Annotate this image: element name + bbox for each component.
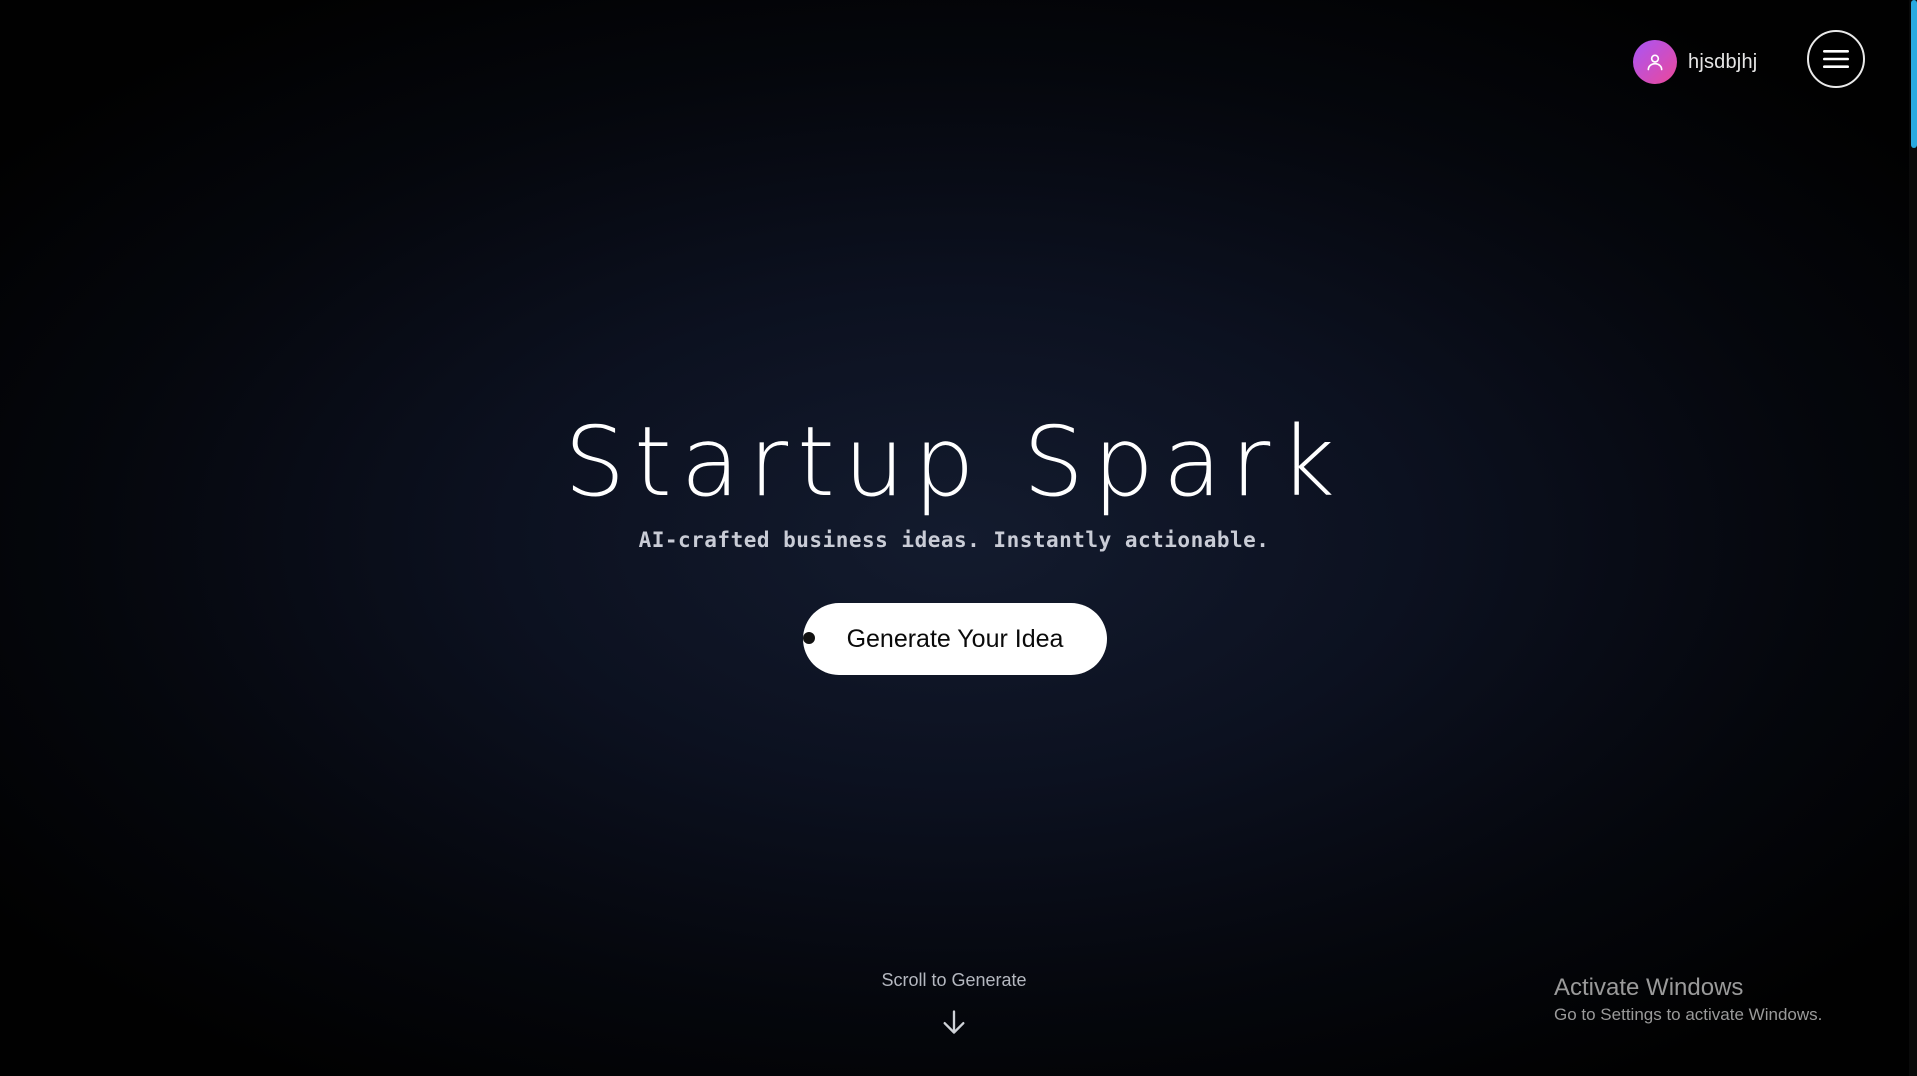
watermark-subtitle: Go to Settings to activate Windows. (1554, 1005, 1823, 1024)
cursor-dot (803, 632, 815, 644)
landing-page: hjsdbjhj Startup Spark AI-crafted busine… (0, 0, 1917, 1076)
user-icon (1647, 54, 1663, 71)
menu-button[interactable] (1807, 30, 1865, 88)
page-subtitle: AI-crafted business ideas. Instantly act… (638, 528, 1270, 552)
username-label: hjsdbjhj (1688, 50, 1758, 73)
scrollbar[interactable] (1909, 0, 1917, 1076)
user-profile[interactable]: hjsdbjhj (1633, 40, 1757, 84)
arrow-down-icon[interactable] (940, 1008, 968, 1036)
page-title: Startup Spark (564, 406, 1344, 518)
watermark-title: Activate Windows (1554, 974, 1744, 1001)
windows-activation-watermark: Activate Windows Go to Settings to activ… (1554, 974, 1822, 1028)
avatar[interactable] (1633, 40, 1677, 84)
generate-idea-button[interactable]: Generate Your Idea (803, 603, 1107, 675)
hamburger-menu-icon (1823, 50, 1849, 68)
scrollbar-thumb[interactable] (1911, 0, 1917, 148)
